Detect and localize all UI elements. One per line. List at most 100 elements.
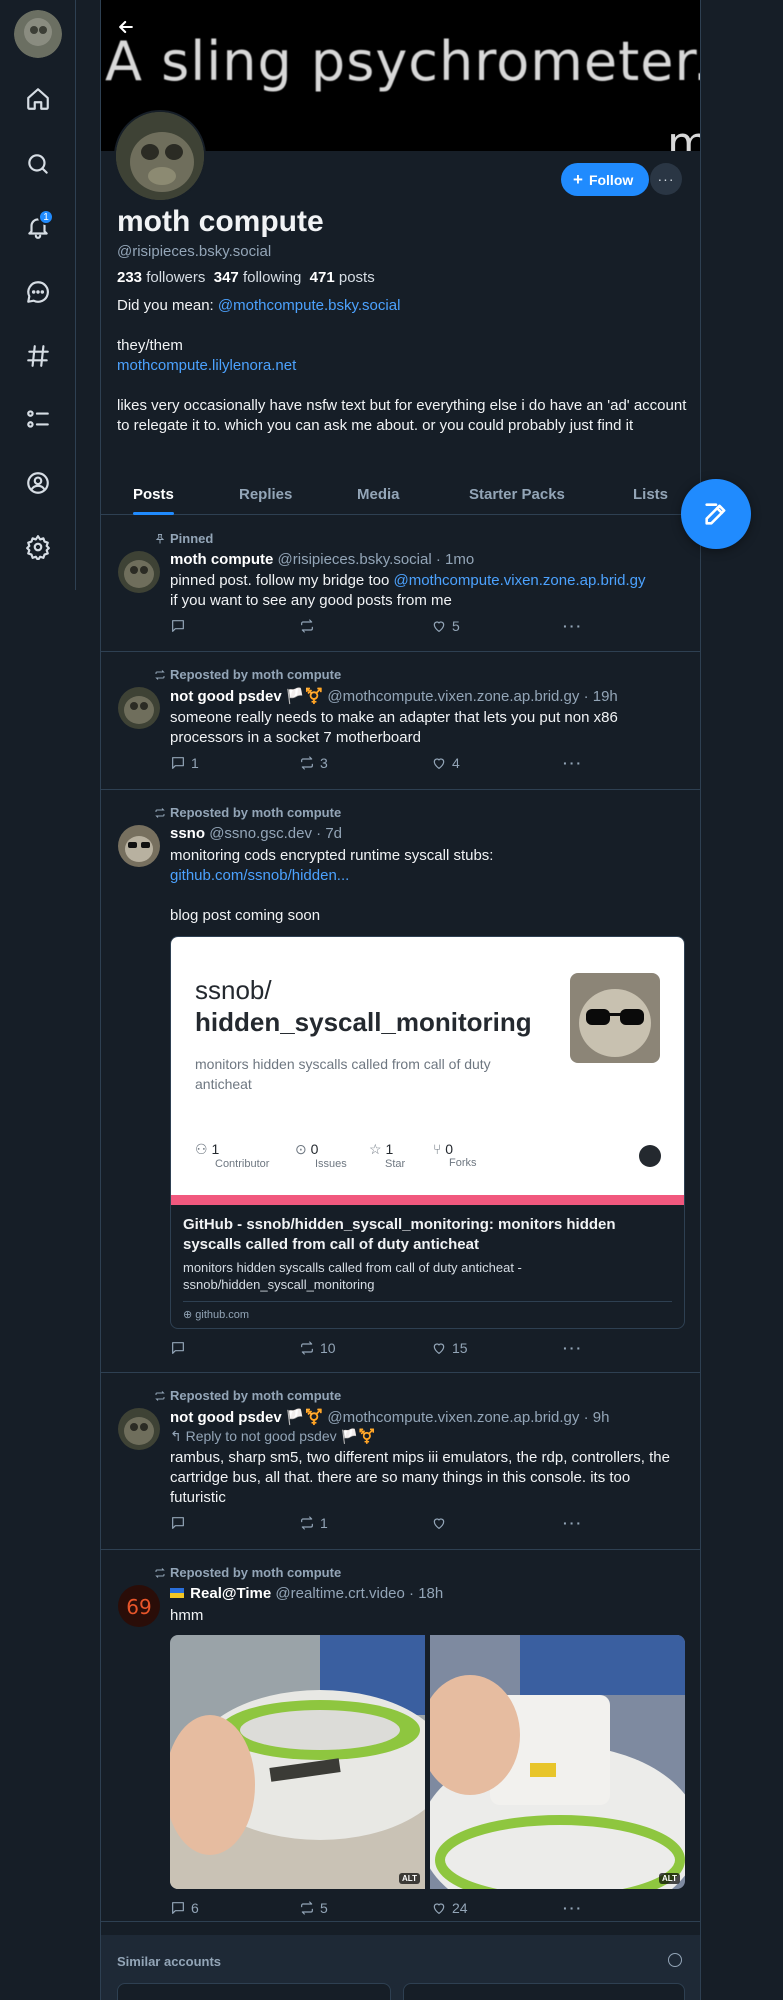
following-count[interactable]: 347 [214, 269, 239, 286]
back-arrow-icon[interactable] [111, 12, 141, 42]
profile-avatar[interactable] [114, 110, 206, 202]
post-author-handle[interactable]: @risipieces.bsky.social [278, 551, 432, 568]
repost-button[interactable]: 10 [299, 1340, 336, 1356]
post-author-avatar[interactable]: 69 [118, 1585, 160, 1627]
like-button[interactable] [431, 1515, 452, 1531]
tab-lists[interactable]: Lists [633, 473, 668, 515]
post-more-icon[interactable]: ··· [563, 1340, 583, 1356]
post-author-name[interactable]: not good psdev 🏳️⚧️ [170, 1409, 323, 1426]
post-time[interactable]: 19h [593, 688, 618, 705]
reply-button[interactable] [170, 618, 191, 634]
repost-button[interactable]: 1 [299, 1515, 328, 1531]
post-image-grid: ALT ALT [170, 1635, 685, 1889]
alt-badge[interactable]: ALT [399, 1873, 420, 1884]
bio-mention-link[interactable]: @mothcompute.bsky.social [218, 297, 401, 314]
post-github-link[interactable]: github.com/ssnob/hidden... [170, 867, 349, 884]
stat-value: 0 [445, 1141, 454, 1157]
like-button[interactable]: 5 [431, 618, 460, 634]
post-author-avatar[interactable] [118, 687, 160, 729]
post-mention-link[interactable]: @mothcompute.vixen.zone.ap.brid.gy [393, 572, 645, 589]
card-repo-owner: ssnob/ [195, 975, 272, 1005]
bio-site-link[interactable]: mothcompute.lilylenora.net [117, 357, 296, 374]
profile-info: moth compute @risipieces.bsky.social 233… [117, 202, 687, 436]
post-time[interactable]: 18h [418, 1585, 443, 1602]
lists-icon[interactable] [20, 401, 56, 437]
post-author-handle[interactable]: @mothcompute.vixen.zone.ap.brid.gy [327, 1409, 579, 1426]
post-repost-reply[interactable]: Reposted by moth compute not good psdev … [101, 1373, 700, 1550]
pin-icon [155, 533, 165, 543]
post-author-avatar[interactable] [118, 825, 160, 867]
compose-post-button[interactable] [681, 479, 751, 549]
post-author-name[interactable]: Real@Time [190, 1585, 271, 1602]
reposted-by-label[interactable]: Reposted by moth compute [170, 1388, 341, 1403]
similar-accounts-section: Similar accounts [101, 1935, 700, 2000]
post-separator: · [435, 551, 441, 568]
user-avatar[interactable] [14, 10, 62, 58]
stat-label: Issues [315, 1158, 347, 1170]
reply-button[interactable] [170, 1340, 191, 1356]
reposted-by-label[interactable]: Reposted by moth compute [170, 667, 341, 682]
post-text: someone really needs to make an adapter … [170, 709, 618, 746]
followers-label[interactable]: followers [146, 269, 205, 286]
post-time[interactable]: 7d [325, 825, 342, 842]
post-author-handle[interactable]: @ssno.gsc.dev [209, 825, 312, 842]
post-author-name[interactable]: ssno [170, 825, 205, 842]
reply-button[interactable]: 1 [170, 755, 199, 771]
post-time[interactable]: 1mo [445, 551, 474, 568]
home-icon[interactable] [20, 81, 56, 117]
link-preview-card[interactable]: ssnob/ hidden_syscall_monitoring monitor… [170, 936, 685, 1329]
similar-account-card[interactable] [403, 1983, 685, 2000]
post-text: rambus, sharp sm5, two different mips ii… [170, 1449, 670, 1506]
post-author-avatar[interactable] [118, 1408, 160, 1450]
post-author-name[interactable]: moth compute [170, 551, 273, 568]
reply-to-context[interactable]: ↰ Reply to not good psdev 🏳️⚧️ [170, 1428, 375, 1445]
search-icon[interactable] [20, 146, 56, 182]
post-time[interactable]: 9h [593, 1409, 610, 1426]
post-repost[interactable]: Reposted by moth compute not good psdev … [101, 652, 700, 790]
chat-icon[interactable] [20, 274, 56, 310]
profile-tabs: Posts Replies Media Starter Packs Lists [101, 473, 700, 515]
post-author-name[interactable]: not good psdev 🏳️⚧️ [170, 688, 323, 705]
reposted-by-label[interactable]: Reposted by moth compute [170, 805, 341, 820]
tab-starter-packs[interactable]: Starter Packs [469, 473, 565, 515]
feeds-hashtag-icon[interactable] [20, 338, 56, 374]
repost-button[interactable] [299, 618, 320, 634]
post-more-icon[interactable]: ··· [563, 1900, 583, 1916]
post-image-1[interactable]: ALT [170, 1635, 425, 1889]
like-button[interactable]: 24 [431, 1900, 468, 1916]
repost-button[interactable]: 5 [299, 1900, 328, 1916]
like-count: 5 [452, 618, 460, 634]
post-more-icon[interactable]: ··· [563, 755, 583, 771]
followers-count[interactable]: 233 [117, 269, 142, 286]
reply-button[interactable] [170, 1515, 191, 1531]
person-add-icon[interactable] [668, 1953, 682, 1967]
tab-posts[interactable]: Posts [133, 473, 174, 515]
post-more-icon[interactable]: ··· [563, 618, 583, 634]
post-author-handle[interactable]: @realtime.crt.video [275, 1585, 404, 1602]
repost-button[interactable]: 3 [299, 755, 328, 771]
reply-icon [172, 620, 184, 632]
alt-badge[interactable]: ALT [659, 1873, 680, 1884]
post-author-avatar[interactable] [118, 551, 160, 593]
ellipsis-icon: ··· [657, 171, 675, 187]
notifications-icon[interactable]: 1 [20, 209, 56, 245]
heart-icon [433, 1343, 445, 1354]
reposted-by-label[interactable]: Reposted by moth compute [170, 1565, 341, 1580]
post-pinned[interactable]: Pinned moth compute @risipieces.bsky.soc… [101, 516, 700, 652]
reply-to-label: Reply to not good psdev 🏳️⚧️ [185, 1428, 376, 1444]
tab-media[interactable]: Media [357, 473, 400, 515]
like-button[interactable]: 15 [431, 1340, 468, 1356]
reply-button[interactable]: 6 [170, 1900, 199, 1916]
post-author-handle[interactable]: @mothcompute.vixen.zone.ap.brid.gy [327, 688, 579, 705]
post-more-icon[interactable]: ··· [563, 1515, 583, 1531]
post-image-2[interactable]: ALT [430, 1635, 685, 1889]
profile-icon[interactable] [20, 465, 56, 501]
like-button[interactable]: 4 [431, 755, 460, 771]
tab-replies[interactable]: Replies [239, 473, 292, 515]
following-label[interactable]: following [243, 269, 301, 286]
similar-account-card[interactable] [117, 1983, 391, 2000]
settings-gear-icon[interactable] [20, 529, 56, 565]
follow-button[interactable]: + Follow [561, 163, 650, 196]
post-text-line: blog post coming soon [170, 907, 321, 924]
profile-more-options-button[interactable]: ··· [650, 163, 682, 195]
